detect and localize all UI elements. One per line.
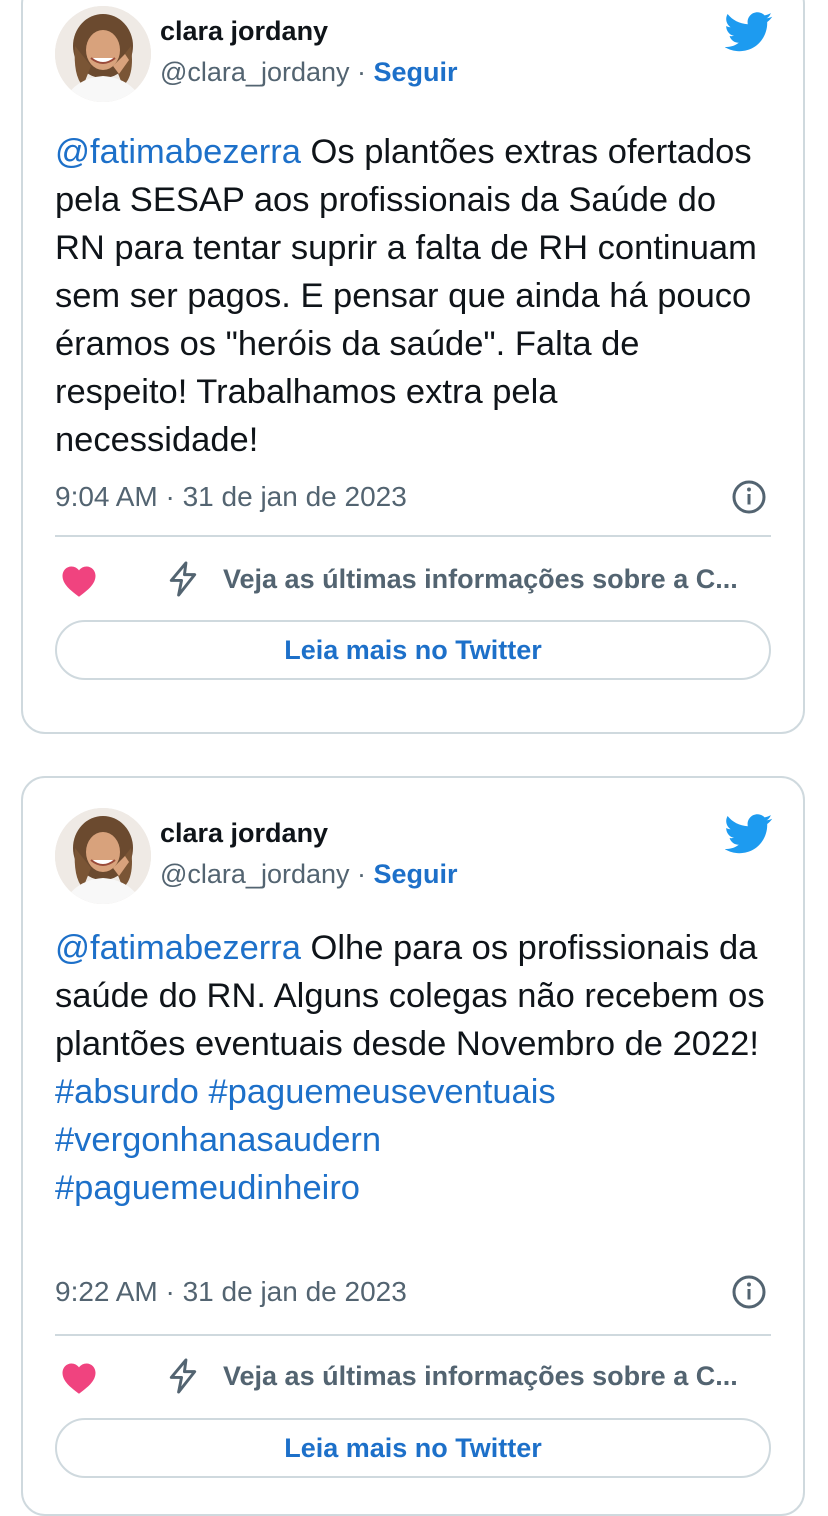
- hashtag-link[interactable]: #vergonhanasaudern: [55, 1121, 381, 1159]
- divider: [55, 1334, 771, 1336]
- tweet-body: Os plantões extras ofertados pela SESAP …: [55, 133, 757, 459]
- tweet-card[interactable]: clara jordany @clara_jordany · Seguir @f…: [21, 776, 805, 1516]
- read-more-button[interactable]: Leia mais no Twitter: [55, 1418, 771, 1478]
- latest-info-link[interactable]: Veja as últimas informações sobre a C...: [223, 1361, 767, 1392]
- heart-icon[interactable]: [61, 1361, 97, 1395]
- hashtag-link[interactable]: #absurdo: [55, 1073, 199, 1111]
- divider: [55, 535, 771, 537]
- heart-icon[interactable]: [61, 564, 97, 598]
- mention-link[interactable]: @fatimabezerra: [55, 133, 301, 171]
- hashtag-link[interactable]: #paguemeuseventuais: [208, 1073, 555, 1111]
- twitter-bird-icon[interactable]: [725, 12, 773, 52]
- avatar[interactable]: [55, 6, 151, 102]
- follow-button[interactable]: Seguir: [374, 859, 458, 889]
- author-handle[interactable]: @clara_jordany: [160, 859, 350, 889]
- author-handle[interactable]: @clara_jordany: [160, 57, 350, 87]
- separator: ·: [349, 57, 374, 87]
- info-icon[interactable]: [731, 479, 767, 515]
- follow-button[interactable]: Seguir: [374, 57, 458, 87]
- info-icon[interactable]: [731, 1274, 767, 1310]
- author-handle-row: @clara_jordany · Seguir: [160, 859, 458, 890]
- lightning-bolt-icon: [169, 561, 197, 597]
- mention-link[interactable]: @fatimabezerra: [55, 929, 301, 967]
- lightning-bolt-icon: [169, 1358, 197, 1394]
- author-name[interactable]: clara jordany: [160, 16, 328, 47]
- separator: ·: [349, 859, 374, 889]
- twitter-bird-icon[interactable]: [725, 814, 773, 854]
- tweet-card[interactable]: clara jordany @clara_jordany · Seguir @f…: [21, 0, 805, 734]
- latest-info-link[interactable]: Veja as últimas informações sobre a C...: [223, 564, 767, 595]
- tweet-text: @fatimabezerra Os plantões extras oferta…: [55, 128, 767, 464]
- tweet-text: @fatimabezerra Olhe para os profissionai…: [55, 924, 767, 1212]
- tweet-timestamp[interactable]: 9:04 AM · 31 de jan de 2023: [55, 481, 407, 513]
- tweet-timestamp[interactable]: 9:22 AM · 31 de jan de 2023: [55, 1276, 407, 1308]
- hashtag-link[interactable]: #paguemeudinheiro: [55, 1169, 360, 1207]
- author-handle-row: @clara_jordany · Seguir: [160, 57, 458, 88]
- author-name[interactable]: clara jordany: [160, 818, 328, 849]
- read-more-button[interactable]: Leia mais no Twitter: [55, 620, 771, 680]
- avatar[interactable]: [55, 808, 151, 904]
